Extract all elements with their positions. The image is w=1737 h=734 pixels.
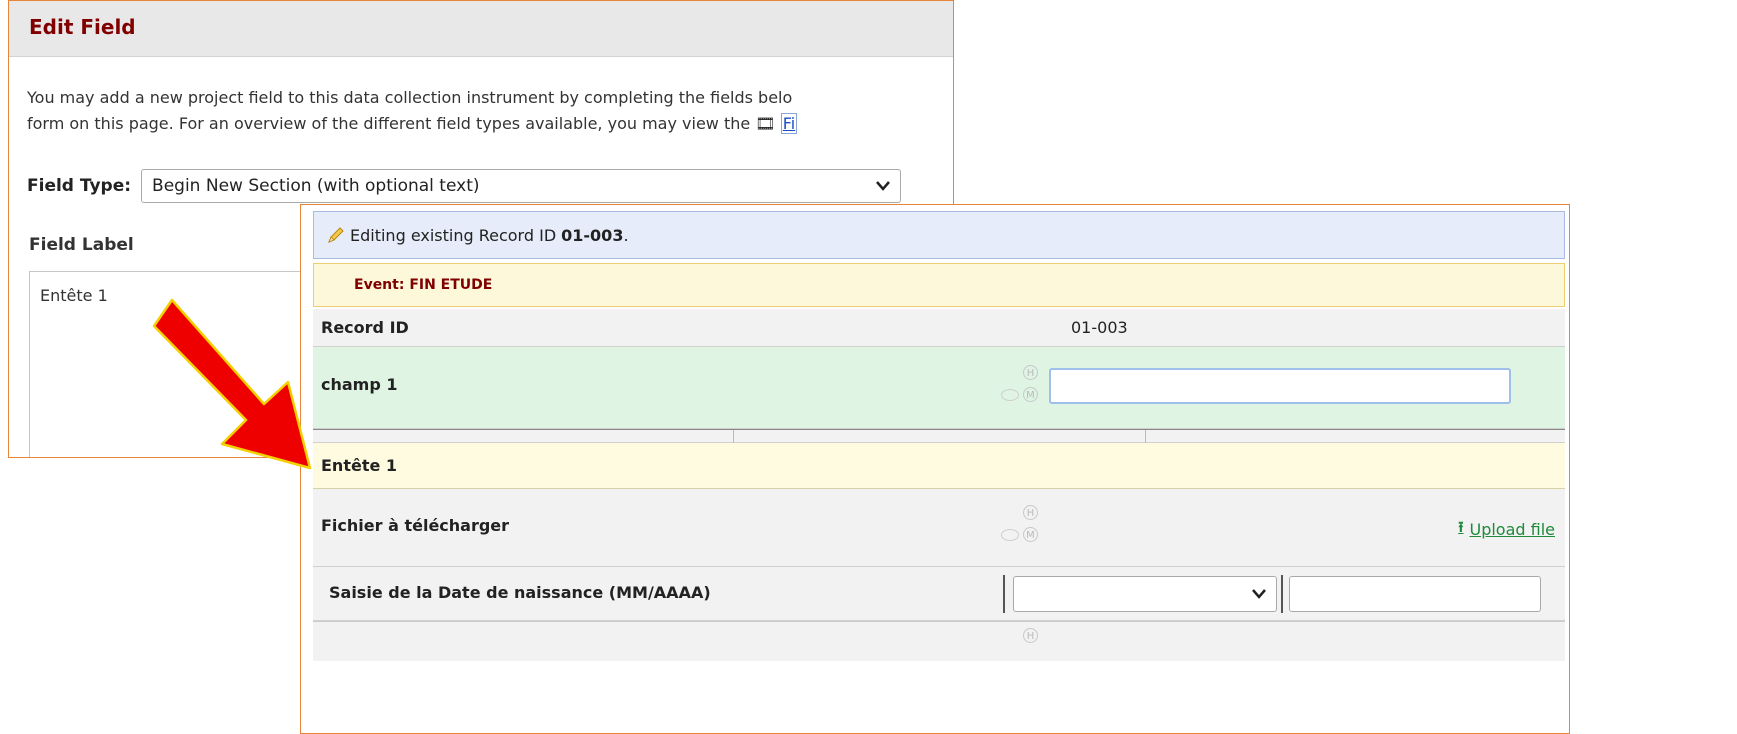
record-id-label: Record ID xyxy=(321,318,409,337)
record-id-value: 01-003 xyxy=(1071,318,1128,337)
column-divider xyxy=(733,430,734,444)
chevron-down-icon xyxy=(876,181,890,191)
champ-1-row: champ 1 H M xyxy=(313,347,1565,429)
champ-1-label: champ 1 xyxy=(321,375,398,394)
event-bar: Event: FIN ETUDE xyxy=(313,263,1565,307)
field-icons: H M xyxy=(999,505,1045,545)
file-upload-row: Fichier à télécharger H M ⭱ Upload file xyxy=(313,489,1565,567)
upload-file-label: Upload file xyxy=(1469,520,1555,539)
editing-record-id: 01-003 xyxy=(561,225,624,245)
chevron-down-icon xyxy=(1252,589,1266,599)
field-type-row: Field Type: Begin New Section (with opti… xyxy=(27,169,902,203)
file-upload-label: Fichier à télécharger xyxy=(321,516,510,535)
section-header-label: Entête 1 xyxy=(321,456,398,475)
field-icons: H M xyxy=(999,365,1045,405)
section-header-row: Entête 1 xyxy=(313,443,1565,489)
row-divider xyxy=(313,429,1565,444)
record-id-row: Record ID 01-003 xyxy=(313,309,1565,347)
field-types-video-link[interactable]: Fi xyxy=(780,113,798,134)
field-icons: H xyxy=(999,628,1045,668)
edit-field-intro: You may add a new project field to this … xyxy=(27,85,953,137)
field-type-select[interactable]: Begin New Section (with optional text) xyxy=(141,169,902,203)
field-type-selected-value: Begin New Section (with optional text) xyxy=(152,176,480,196)
editing-record-banner: Editing existing Record ID 01-003. xyxy=(313,211,1565,259)
column-divider xyxy=(1145,430,1146,444)
next-field-row: H xyxy=(313,621,1565,661)
upload-file-link[interactable]: ⭱ Upload file xyxy=(1458,517,1555,542)
pencil-icon xyxy=(328,227,344,243)
history-icon[interactable]: H xyxy=(1023,365,1038,380)
history-icon[interactable]: H xyxy=(1023,628,1038,643)
edit-field-title: Edit Field xyxy=(9,1,953,57)
intro-line-1: You may add a new project field to this … xyxy=(27,88,793,107)
history-icon[interactable]: H xyxy=(1023,505,1038,520)
intro-line-2-text: form on this page. For an overview of th… xyxy=(27,114,756,133)
record-form-panel: Editing existing Record ID 01-003. Event… xyxy=(300,204,1570,734)
missing-data-icon[interactable]: M xyxy=(1023,387,1038,402)
editing-record-period: . xyxy=(623,225,629,245)
date-month-select[interactable] xyxy=(1013,576,1277,612)
field-label-heading: Field Label xyxy=(29,235,134,255)
film-icon: 🎞︎ xyxy=(755,114,776,133)
date-of-birth-label: Saisie de la Date de naissance (MM/AAAA) xyxy=(329,583,711,602)
arrow-icon xyxy=(152,298,312,470)
column-divider xyxy=(1281,575,1283,613)
champ-1-input[interactable] xyxy=(1049,368,1511,404)
field-type-label: Field Type: xyxy=(27,176,132,196)
date-of-birth-row: Saisie de la Date de naissance (MM/AAAA) xyxy=(313,567,1565,621)
intro-line-2: form on this page. For an overview of th… xyxy=(27,111,953,137)
upload-icon: ⭱ xyxy=(1458,518,1464,536)
comment-icon[interactable] xyxy=(1001,389,1019,401)
column-divider xyxy=(1003,575,1005,613)
editing-record-text: Editing existing Record ID xyxy=(350,225,557,245)
date-year-input[interactable] xyxy=(1289,576,1541,612)
comment-icon[interactable] xyxy=(1001,529,1019,541)
missing-data-icon[interactable]: M xyxy=(1023,527,1038,542)
